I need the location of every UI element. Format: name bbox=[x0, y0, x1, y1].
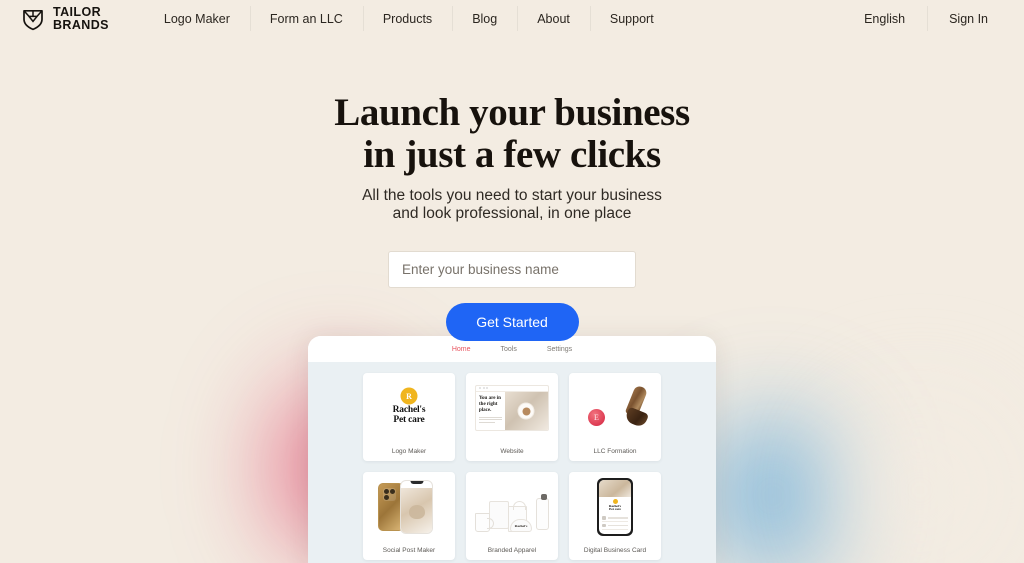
mockup-body: R Rachel's Pet care Logo Maker You are i… bbox=[308, 362, 716, 563]
product-card-logo-maker[interactable]: R Rachel's Pet care Logo Maker bbox=[363, 373, 455, 461]
product-card-label: Website bbox=[500, 448, 524, 455]
brand-logo[interactable]: TAILOR BRANDS bbox=[20, 6, 109, 32]
apparel-preview-art: Rachel's bbox=[466, 472, 558, 541]
mug-icon bbox=[475, 512, 494, 532]
mockup-tab-settings[interactable]: Settings bbox=[547, 346, 572, 353]
nav-item-about[interactable]: About bbox=[517, 0, 590, 37]
water-bottle-icon bbox=[536, 493, 549, 530]
business-card-preview-art: Rachel's Pet care bbox=[569, 472, 661, 541]
brand-name-line2: BRANDS bbox=[53, 17, 109, 32]
subhead-line1: All the tools you need to start your bus… bbox=[362, 187, 662, 205]
apparel-brand-mark: Rachel's bbox=[514, 523, 528, 528]
nav-item-support[interactable]: Support bbox=[589, 0, 674, 37]
subhead-line2: and look professional, in one place bbox=[392, 205, 632, 223]
product-card-label: Branded Apparel bbox=[487, 547, 537, 554]
language-selector[interactable]: English bbox=[842, 0, 927, 37]
card-brand-line2: Pet care bbox=[609, 507, 621, 512]
sign-in-link[interactable]: Sign In bbox=[927, 0, 1010, 37]
stamp-preview-art bbox=[569, 373, 661, 442]
product-card-grid: R Rachel's Pet care Logo Maker You are i… bbox=[308, 373, 716, 560]
nav-item-products[interactable]: Products bbox=[362, 0, 452, 37]
brand-wordmark: TAILOR BRANDS bbox=[53, 6, 109, 31]
product-card-label: Logo Maker bbox=[391, 448, 427, 455]
sample-brand-line2: Pet care bbox=[393, 415, 425, 425]
white-phone-icon bbox=[400, 479, 433, 534]
hero-section: Launch your business in just a few click… bbox=[0, 0, 1024, 342]
phones-preview-art bbox=[363, 472, 455, 541]
product-card-label: Social Post Maker bbox=[382, 547, 436, 554]
product-card-label: LLC Formation bbox=[593, 448, 637, 455]
nav-item-logo-maker[interactable]: Logo Maker bbox=[144, 0, 250, 37]
primary-nav-links: Logo Maker Form an LLC Products Blog Abo… bbox=[144, 0, 674, 37]
nav-item-form-an-llc[interactable]: Form an LLC bbox=[249, 0, 363, 37]
website-heading-line3: place. bbox=[479, 407, 492, 413]
nav-item-blog[interactable]: Blog bbox=[452, 0, 517, 37]
coffee-cup-photo bbox=[517, 402, 535, 420]
top-navigation-bar: TAILOR BRANDS Logo Maker Form an LLC Pro… bbox=[0, 0, 1024, 37]
get-started-button[interactable]: Get Started bbox=[445, 303, 579, 342]
website-heading-line1: You are in bbox=[479, 395, 501, 401]
landing-page: TAILOR BRANDS Logo Maker Form an LLC Pro… bbox=[0, 0, 1024, 563]
phone-device-icon: Rachel's Pet care bbox=[597, 477, 633, 536]
cta-wrapper: Get Started bbox=[0, 303, 1024, 342]
product-dashboard-mockup: Home Tools Settings R Rachel's Pet care … bbox=[308, 336, 716, 563]
website-preview-art: You are in the right place. bbox=[466, 373, 558, 442]
product-card-digital-business-card[interactable]: Rachel's Pet care Digital Business Card bbox=[569, 472, 661, 560]
mockup-tab-tools[interactable]: Tools bbox=[501, 346, 517, 353]
stamp-base-icon bbox=[623, 406, 650, 428]
product-card-llc-formation[interactable]: LLC Formation bbox=[569, 373, 661, 461]
brand-name-line1: TAILOR bbox=[53, 5, 101, 19]
headline-line2: in just a few clicks bbox=[363, 133, 661, 177]
wax-seal-icon bbox=[588, 408, 605, 426]
cream-glow-decoration bbox=[770, 340, 1024, 563]
business-name-field-wrapper bbox=[0, 251, 1024, 289]
headline-line1: Launch your business bbox=[334, 91, 690, 134]
product-card-social-post-maker[interactable]: Social Post Maker bbox=[363, 472, 455, 560]
mockup-tab-home[interactable]: Home bbox=[452, 346, 471, 353]
logo-preview-art: R Rachel's Pet care bbox=[363, 373, 455, 442]
sun-icon bbox=[612, 498, 618, 504]
cap-icon: Rachel's bbox=[510, 518, 532, 532]
shield-badge-icon bbox=[20, 6, 46, 32]
hero-subtitle: All the tools you need to start your bus… bbox=[0, 187, 1024, 223]
page-title: Launch your business in just a few click… bbox=[0, 91, 1024, 177]
monogram-letter: R bbox=[406, 391, 412, 401]
sun-icon: R bbox=[401, 389, 416, 404]
product-card-label: Digital Business Card bbox=[583, 547, 647, 554]
business-name-input[interactable] bbox=[388, 251, 636, 289]
product-card-website[interactable]: You are in the right place. Website bbox=[466, 373, 558, 461]
product-card-branded-apparel[interactable]: Rachel's Branded Apparel bbox=[466, 472, 558, 560]
secondary-nav-links: English Sign In bbox=[842, 0, 1024, 37]
